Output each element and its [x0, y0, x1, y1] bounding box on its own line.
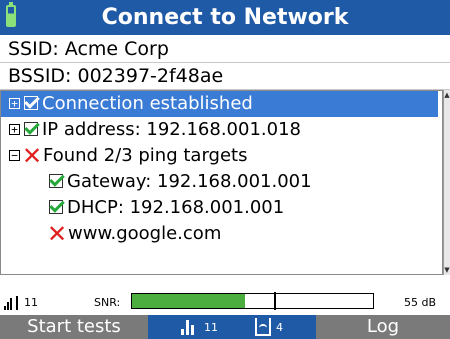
log-button[interactable]: Log	[316, 315, 450, 339]
tree-row-label: Gateway: 192.168.001.001	[67, 171, 312, 192]
tree-row-label: Found 2/3 ping targets	[43, 145, 248, 166]
snr-meter-fill	[132, 294, 246, 308]
scroll-down-icon[interactable]: ▼	[444, 265, 450, 275]
title-bar: Connect to Network	[0, 0, 450, 35]
scroll-up-icon[interactable]: ▲	[444, 90, 450, 100]
tree-scrollbar[interactable]: ▲ ▼	[443, 90, 450, 275]
ap-count: 4	[276, 321, 283, 334]
access-point-icon	[255, 318, 271, 336]
tree-row-label: IP address: 192.168.001.018	[42, 119, 301, 140]
snr-value: 55 dB	[403, 296, 436, 309]
status-row: 11 SNR: 55 dB	[0, 290, 450, 314]
red-x-icon: ✕	[47, 220, 68, 248]
ssid-line: SSID: Acme Corp	[0, 36, 450, 63]
signal-bars-icon	[181, 320, 199, 335]
checkbox-check-icon	[24, 122, 38, 136]
red-x-icon: ✕	[22, 142, 43, 170]
checkbox-check-icon	[49, 200, 63, 214]
tree-row-dhcp[interactable]: DHCP: 192.168.001.001	[1, 195, 438, 221]
expand-icon[interactable]: +	[9, 124, 20, 135]
signal-bars-icon	[4, 296, 22, 310]
snr-meter	[131, 292, 374, 310]
tree-row-label: www.google.com	[68, 223, 222, 244]
tree-row-ip-address[interactable]: + IP address: 192.168.001.018	[1, 117, 438, 143]
tree-row-gateway[interactable]: Gateway: 192.168.001.001	[1, 169, 438, 195]
signal-value: 11	[24, 296, 38, 309]
start-tests-button[interactable]: Start tests	[0, 315, 148, 339]
tree-row-label: Connection established	[42, 93, 253, 114]
page-title: Connect to Network	[101, 5, 349, 30]
snr-label: SNR:	[94, 296, 121, 309]
checkbox-check-icon	[24, 96, 38, 110]
tree-row-google[interactable]: ✕ www.google.com	[1, 221, 438, 247]
tree-row-ping-targets[interactable]: − ✕ Found 2/3 ping targets	[1, 143, 438, 169]
bssid-line: BSSID: 002397-2f48ae	[0, 63, 450, 90]
checkbox-check-icon	[49, 174, 63, 188]
signal-count: 11	[204, 321, 218, 334]
collapse-icon[interactable]: −	[9, 150, 20, 161]
softkey-bar: Start tests 11 4 Log	[0, 315, 450, 339]
snr-meter-marker	[274, 292, 277, 310]
tree-row-label: DHCP: 192.168.001.001	[67, 197, 285, 218]
app-window: Connect to Network SSID: Acme Corp BSSID…	[0, 0, 450, 339]
tree-row-connection[interactable]: + Connection established	[1, 91, 438, 117]
expand-icon[interactable]: +	[9, 98, 20, 109]
results-tree[interactable]: + Connection established + IP address: 1…	[0, 90, 443, 275]
scan-summary-button[interactable]: 11 4	[148, 315, 316, 339]
